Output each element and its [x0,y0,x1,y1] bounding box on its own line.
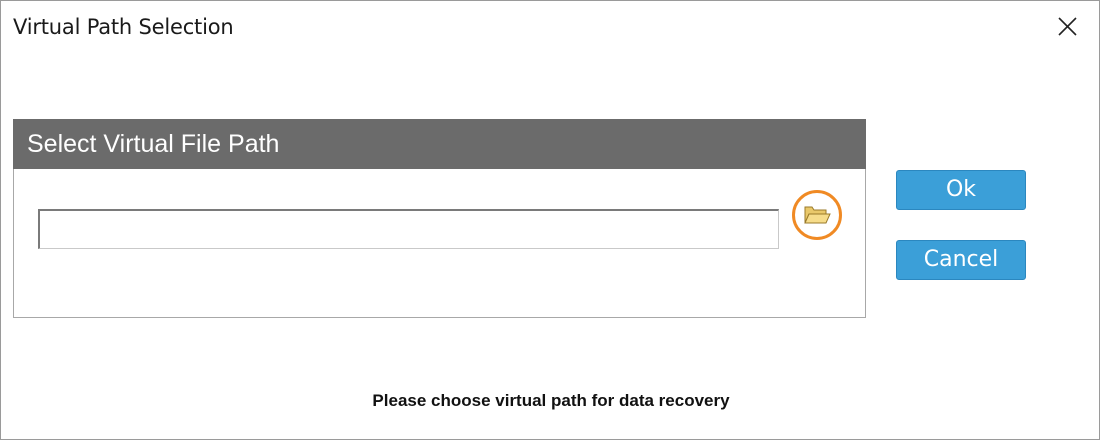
virtual-path-group: Select Virtual File Path [13,119,866,318]
browse-button[interactable] [792,190,842,240]
folder-open-icon [804,206,831,224]
close-button[interactable] [1049,9,1085,45]
window-title: Virtual Path Selection [13,15,234,39]
cancel-button[interactable]: Cancel [896,240,1026,280]
group-header: Select Virtual File Path [13,119,866,169]
dialog-window: Virtual Path Selection Select Virtual Fi… [0,0,1100,440]
close-icon [1058,17,1077,36]
virtual-path-input[interactable] [38,209,779,249]
instruction-text: Please choose virtual path for data reco… [372,391,730,410]
ok-button[interactable]: Ok [896,170,1026,210]
